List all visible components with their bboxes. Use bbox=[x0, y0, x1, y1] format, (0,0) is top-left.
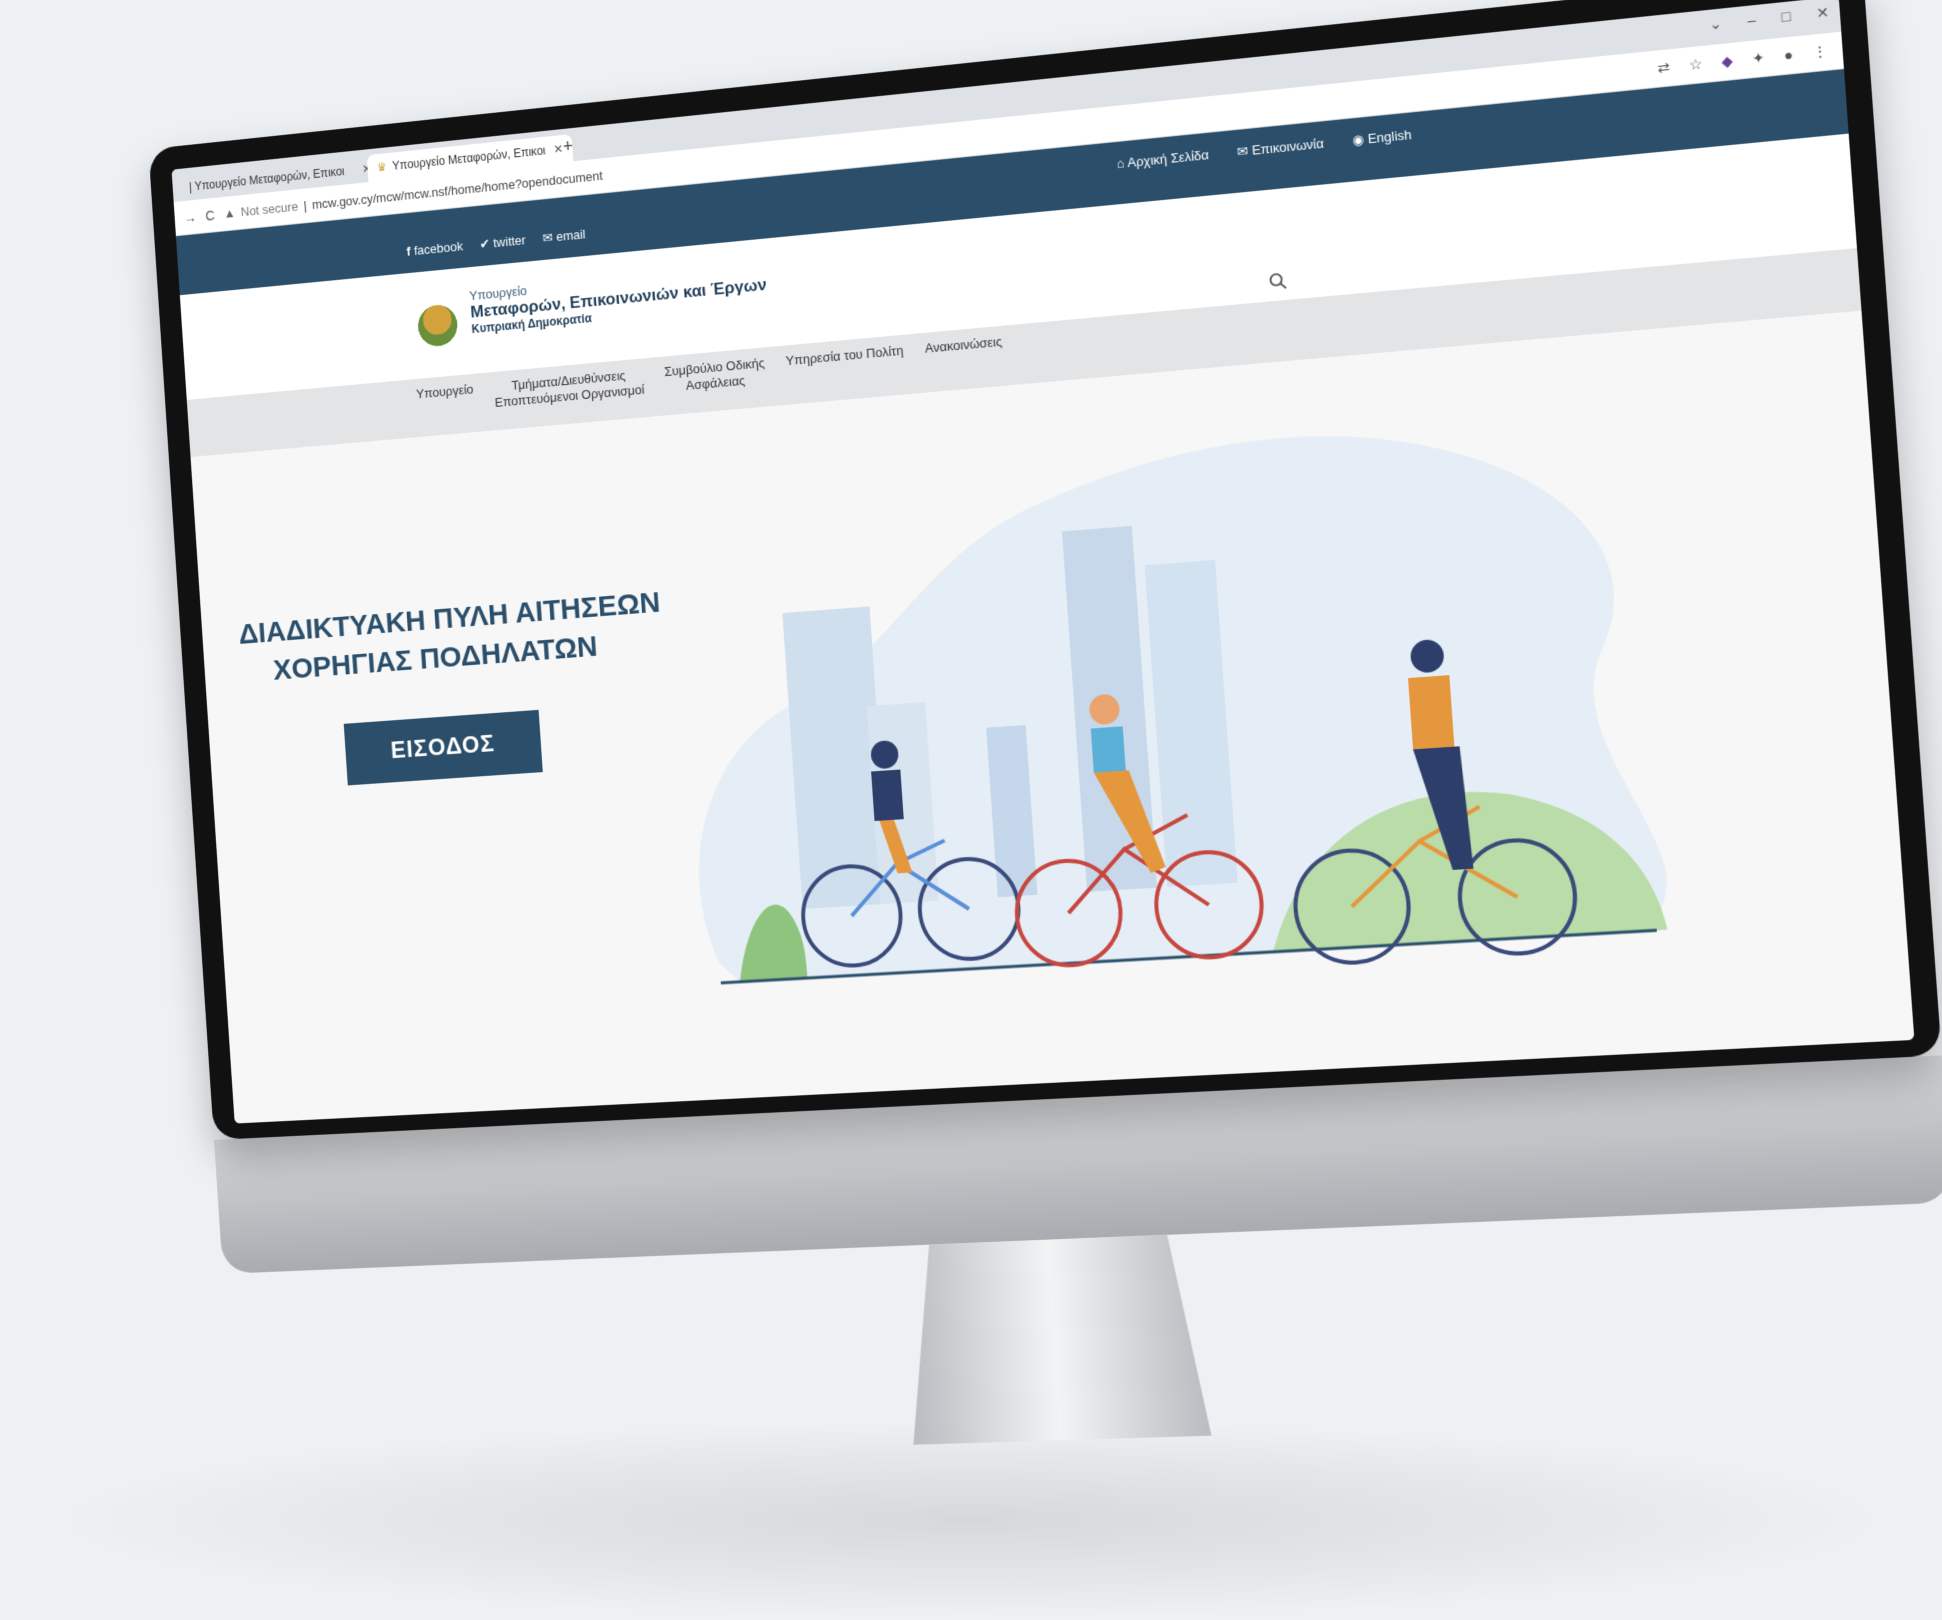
menu-item-departments[interactable]: Τμήματα/Διευθύνσεις Εποπτευόμενοι Οργανισ… bbox=[493, 366, 645, 411]
menu-dots-icon[interactable]: ⋮ bbox=[1812, 43, 1828, 62]
hero-title: ΔΙΑΔΙΚΤΥΑΚΗ ΠΥΛΗ ΑΙΤΗΣΕΩΝ ΧΟΡΗΓΙΑΣ ΠΟΔΗΛ… bbox=[237, 586, 662, 687]
puzzle-icon[interactable]: ✦ bbox=[1752, 49, 1766, 68]
mockup-stage: | Υπουργείο Μεταφορών, Επικοι ✕ ♛ Υπουργ… bbox=[0, 0, 1942, 1620]
monitor-bezel: | Υπουργείο Μεταφορών, Επικοι ✕ ♛ Υπουργ… bbox=[148, 0, 1942, 1140]
menu-item-citizen-service[interactable]: Υπηρεσία του Πολίτη bbox=[785, 343, 905, 385]
minimize-icon[interactable]: – bbox=[1747, 11, 1757, 29]
envelope-icon: ✉ bbox=[1236, 143, 1249, 160]
screen: | Υπουργείο Μεταφορών, Επικοι ✕ ♛ Υπουργ… bbox=[171, 0, 1915, 1124]
extension-icon[interactable]: ◆ bbox=[1721, 52, 1734, 71]
contact-link[interactable]: ✉ Επικοινωνία bbox=[1237, 136, 1325, 161]
profile-icon[interactable]: ● bbox=[1783, 46, 1793, 65]
home-icon: ⌂ bbox=[1116, 155, 1126, 172]
reload-icon[interactable]: C bbox=[205, 207, 215, 223]
menu-item-ministry[interactable]: Υπουργείο bbox=[416, 382, 475, 418]
ministry-logo-text[interactable]: Υπουργείο Μεταφορών, Επικοινωνιών και Έρ… bbox=[469, 260, 768, 336]
crest-icon: ♛ bbox=[376, 159, 388, 175]
warning-icon: ▲ bbox=[223, 205, 236, 221]
floor-shadow bbox=[40, 1420, 1900, 1620]
home-link[interactable]: ⌂ Αρχική Σελίδα bbox=[1116, 147, 1209, 172]
search-icon[interactable] bbox=[1266, 269, 1290, 293]
cyclists-illustration bbox=[672, 408, 1671, 1006]
coat-of-arms-logo[interactable] bbox=[409, 291, 466, 355]
social-links: f facebook ✔ twitter ✉ email bbox=[406, 227, 586, 260]
english-link[interactable]: ◉ English bbox=[1352, 127, 1412, 149]
new-tab-icon[interactable]: + bbox=[562, 136, 573, 157]
forward-icon[interactable]: → bbox=[183, 209, 197, 226]
globe-icon: ◉ bbox=[1351, 131, 1365, 148]
monitor: | Υπουργείο Μεταφορών, Επικοι ✕ ♛ Υπουργ… bbox=[148, 0, 1942, 1370]
translate-icon[interactable]: ⇄ bbox=[1657, 59, 1671, 78]
chevron-down-icon[interactable]: ⌄ bbox=[1709, 15, 1723, 34]
facebook-link[interactable]: f facebook bbox=[406, 239, 463, 260]
security-label: Not secure bbox=[240, 198, 299, 220]
menu-item-announcements[interactable]: Ανακοινώσεις bbox=[924, 334, 1003, 373]
url-separator: | bbox=[303, 198, 308, 213]
window-controls: ⌄ – □ ✕ bbox=[1709, 4, 1830, 34]
browser-actions: ⇄ ☆ ◆ ✦ ● ⋮ bbox=[1657, 43, 1828, 78]
star-icon[interactable]: ☆ bbox=[1688, 55, 1703, 74]
email-link[interactable]: ✉ email bbox=[542, 227, 586, 247]
twitter-link[interactable]: ✔ twitter bbox=[479, 232, 526, 252]
login-button[interactable]: ΕΙΣΟΔΟΣ bbox=[343, 709, 543, 786]
maximize-icon[interactable]: □ bbox=[1781, 8, 1791, 27]
menu-item-road-safety[interactable]: Συμβούλιο Οδικής Ασφάλειας bbox=[664, 355, 767, 395]
monitor-stand bbox=[900, 1234, 1212, 1445]
close-window-icon[interactable]: ✕ bbox=[1816, 4, 1830, 23]
